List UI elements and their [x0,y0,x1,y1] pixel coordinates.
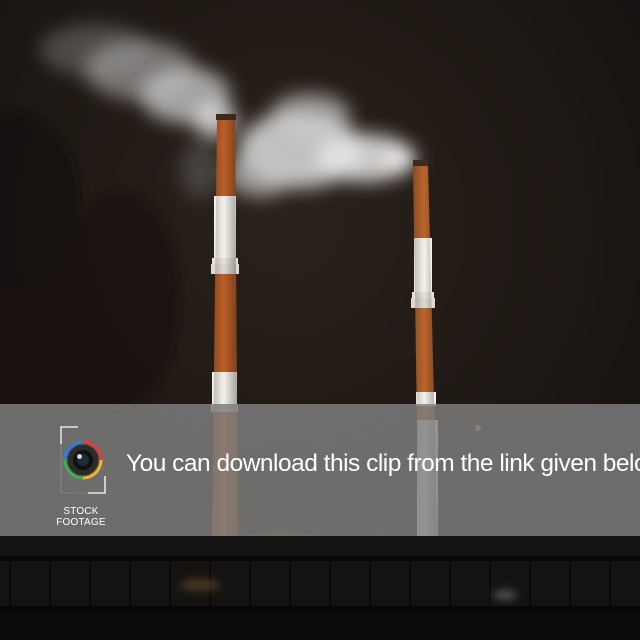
download-message: You can download this clip from the link… [126,450,640,477]
camera-lens-icon [60,426,106,494]
watermark-banner: STOCK FOOTAGE You can download this clip… [0,404,640,536]
video-frame: STOCK FOOTAGE You can download this clip… [0,0,640,640]
logo-label: STOCK FOOTAGE [56,506,106,528]
night-chimneys-scene [0,0,640,640]
stock-footage-logo [58,424,108,496]
